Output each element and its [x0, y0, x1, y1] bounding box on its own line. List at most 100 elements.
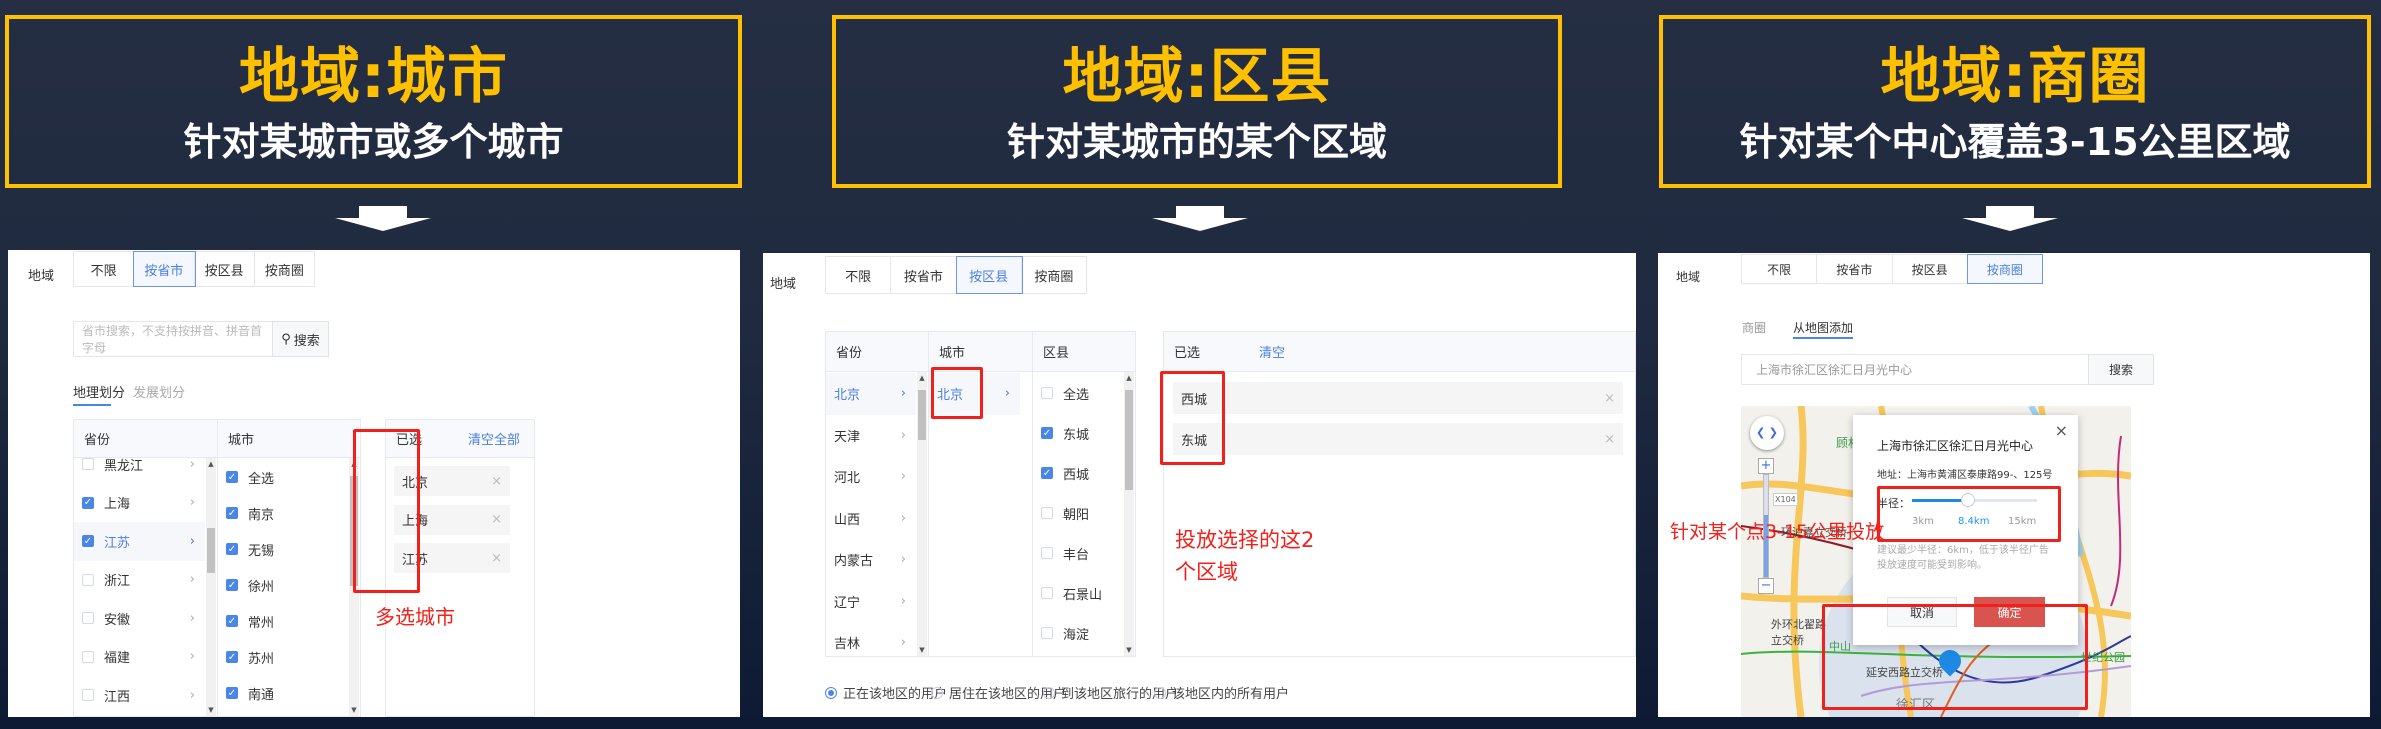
province-item[interactable]: 安徽 › [74, 599, 205, 638]
district-item[interactable]: ✓ 西城 [1033, 453, 1123, 493]
tab-district[interactable]: 按区县 [1893, 255, 1968, 283]
remove-icon[interactable]: × [1604, 432, 1615, 447]
checkbox[interactable] [1041, 507, 1053, 519]
checkbox[interactable] [1041, 547, 1053, 559]
tab-business-circle[interactable]: 按商圈 [1022, 257, 1086, 293]
province-item[interactable]: 福建 › [74, 638, 205, 677]
scrollbar[interactable]: ▲ ▼ [206, 458, 216, 716]
province-item[interactable]: 吉林 › [826, 622, 916, 656]
checkbox[interactable]: ✓ [1041, 467, 1053, 479]
checkbox[interactable] [1041, 587, 1053, 599]
item-label: 辽宁 [834, 595, 861, 611]
checkbox[interactable] [82, 573, 94, 586]
city-item[interactable]: ✓ 常州 [218, 603, 348, 639]
district-item[interactable]: 石景山 [1033, 573, 1123, 613]
district-item[interactable]: 丰台 [1033, 533, 1123, 573]
province-item[interactable]: ✓ 上海 › [74, 484, 205, 523]
city-column: 城市 ✓ 全选 ✓ 南京 ✓ 无锡 ✓ 徐州 ✓ 常州 ✓ 苏州 ✓ 南通 ▲ ▼ [217, 419, 361, 717]
checkbox[interactable]: ✓ [226, 579, 238, 591]
checkbox[interactable] [1041, 387, 1053, 399]
subtab-geo[interactable]: 地理划分 [73, 382, 125, 401]
chevron-right-icon: › [189, 572, 195, 588]
province-item[interactable]: 北京 › [826, 373, 916, 415]
district-item[interactable]: 全选 [1033, 373, 1123, 413]
search-placeholder: 省市搜索，不支持按拼音、拼音首字母 [82, 324, 263, 355]
clear-all-link[interactable]: 清空全部 [468, 429, 520, 448]
province-column: 省份 黑龙江 › ✓ 上海 › ✓ 江苏 › 浙江 › 安徽 › 福建 › 江西 › ▲ ▼ [73, 419, 218, 717]
city-item[interactable]: ✓ 苏州 [218, 639, 348, 675]
chevron-right-icon: › [900, 510, 906, 526]
subtab-from-map[interactable]: 从地图添加 [1793, 319, 1853, 336]
item-label: 黑龙江 [104, 458, 144, 474]
province-item[interactable]: 河北 › [826, 456, 916, 498]
checkbox[interactable]: ✓ [226, 543, 238, 555]
tab-unlimited[interactable]: 不限 [74, 252, 135, 286]
checkbox[interactable] [82, 650, 94, 663]
search-input[interactable]: 上海市徐汇区徐汇日月光中心 [1741, 354, 2089, 385]
checkbox[interactable]: ✓ [1041, 427, 1053, 439]
district-item[interactable]: 海淀 [1033, 613, 1123, 653]
remove-icon[interactable]: × [491, 551, 502, 566]
tab-province-city[interactable]: 按省市 [891, 257, 957, 293]
zoom-in-icon[interactable]: + [1758, 458, 1774, 474]
checkbox[interactable] [82, 612, 94, 625]
radio-icon [931, 686, 943, 699]
city-item[interactable]: ✓ 南通 [218, 675, 348, 711]
item-label: 东城 [1063, 427, 1090, 443]
city-panel: 地域 不限 按省市 按区县 按商圈 省市搜索，不支持按拼音、拼音首字母 ⚲ 搜索 … [8, 250, 740, 717]
item-label: 福建 [104, 651, 131, 667]
remove-icon[interactable]: × [491, 474, 502, 489]
tab-district[interactable]: 按区县 [195, 252, 255, 286]
province-item[interactable]: 山西 › [826, 498, 916, 540]
pan-control-icon[interactable]: ❮ ❯ [1750, 416, 1784, 450]
tab-province-city[interactable]: 按省市 [133, 251, 196, 287]
province-column: 省份 北京 › 天津 › 河北 › 山西 › 内蒙古 › 辽宁 › 吉林 › ▲ ▼ [825, 331, 929, 657]
city-item[interactable]: ✓ 无锡 [218, 531, 348, 567]
checkbox[interactable] [1041, 627, 1053, 639]
checkbox[interactable]: ✓ [226, 615, 238, 627]
checkbox[interactable] [82, 458, 94, 471]
district-item[interactable]: ✓ 东城 [1033, 413, 1123, 453]
tab-province-city[interactable]: 按省市 [1817, 255, 1893, 283]
province-item[interactable]: 内蒙古 › [826, 539, 916, 581]
zoom-out-icon[interactable]: − [1758, 578, 1774, 594]
scrollbar[interactable]: ▲ ▼ [1124, 372, 1134, 656]
header-district: 地域:区县 针对某城市的某个区域 [832, 15, 1562, 188]
subtab-circle[interactable]: 商圈 [1742, 319, 1766, 336]
province-item[interactable]: 黑龙江 › [74, 445, 205, 484]
tab-business-circle[interactable]: 按商圈 [255, 252, 314, 286]
checkbox[interactable]: ✓ [82, 535, 94, 548]
clear-all-link[interactable]: 清空 [1259, 342, 1285, 361]
checkbox[interactable]: ✓ [226, 687, 238, 699]
checkbox[interactable] [82, 689, 94, 702]
subtab-development[interactable]: 发展划分 [133, 382, 185, 401]
checkbox[interactable]: ✓ [82, 496, 94, 509]
checkbox[interactable]: ✓ [226, 507, 238, 519]
tab-district[interactable]: 按区县 [955, 256, 1023, 294]
circle-panel: 地域 不限 按省市 按区县 按商圈 商圈 从地图添加 上海市徐汇区徐汇日月光中心… [1658, 253, 2370, 717]
tab-business-circle[interactable]: 按商圈 [1966, 254, 2044, 284]
search-button[interactable]: ⚲ 搜索 [272, 321, 329, 357]
city-item[interactable]: ✓ 南京 [218, 495, 348, 531]
user-type-radio[interactable]: 正在该地区的用户 [825, 683, 947, 702]
province-item[interactable]: 天津 › [826, 415, 916, 457]
province-item[interactable]: 江西 › [74, 676, 205, 715]
search-icon: ⚲ [281, 331, 291, 347]
checkbox[interactable]: ✓ [226, 651, 238, 663]
search-input[interactable]: 省市搜索，不支持按拼音、拼音首字母 [73, 321, 273, 357]
province-item[interactable]: 浙江 › [74, 561, 205, 600]
city-item[interactable]: ✓ 徐州 [218, 567, 348, 603]
city-item[interactable]: ✓ 全选 [218, 459, 348, 495]
user-type-radio[interactable]: 该地区内的所有用户 [1154, 683, 1289, 702]
close-icon[interactable]: × [2055, 421, 2068, 440]
remove-icon[interactable]: × [491, 512, 502, 527]
scrollbar[interactable]: ▲ ▼ [917, 372, 927, 656]
district-item[interactable]: 朝阳 [1033, 493, 1123, 533]
tab-unlimited[interactable]: 不限 [826, 257, 892, 293]
checkbox[interactable]: ✓ [226, 471, 238, 483]
province-item[interactable]: 辽宁 › [826, 581, 916, 623]
remove-icon[interactable]: × [1604, 391, 1615, 406]
province-item[interactable]: ✓ 江苏 › [74, 522, 205, 561]
search-button[interactable]: 搜索 [2088, 354, 2154, 385]
tab-unlimited[interactable]: 不限 [1742, 255, 1818, 283]
